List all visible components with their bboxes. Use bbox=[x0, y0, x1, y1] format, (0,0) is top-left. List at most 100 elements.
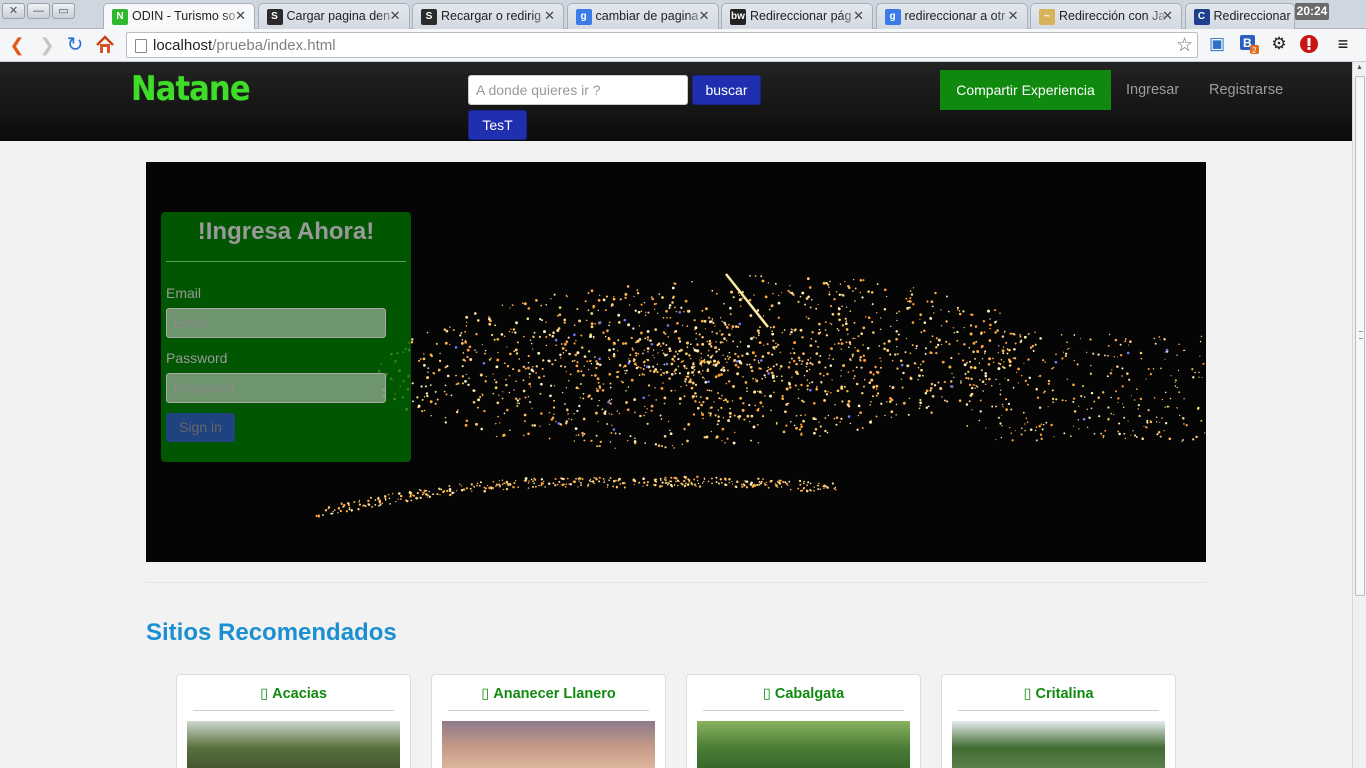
stop-icon[interactable] bbox=[1298, 33, 1320, 55]
email-field[interactable]: Email bbox=[166, 308, 386, 338]
bookmark-star-icon[interactable]: ☆ bbox=[1176, 34, 1193, 57]
tab-close-icon[interactable]: ✕ bbox=[544, 8, 555, 24]
password-field[interactable]: Password bbox=[166, 373, 386, 403]
browser-tab[interactable]: C Redireccionar u bbox=[1184, 3, 1295, 29]
page-viewport: Natane buscar TesT Compartir Experiencia… bbox=[0, 62, 1352, 768]
site-card-photo[interactable] bbox=[952, 721, 1165, 768]
window-controls: ✕ — ▭ bbox=[2, 3, 75, 19]
address-bar[interactable]: localhost/prueba/index.html ☆ bbox=[126, 32, 1198, 58]
brand-logo[interactable]: Natane bbox=[131, 69, 251, 109]
site-card-name: Ananecer Llanero bbox=[493, 686, 616, 702]
site-card[interactable]: ▯ Critalina bbox=[941, 674, 1176, 768]
page-scrollbar[interactable]: ▲ bbox=[1352, 62, 1366, 768]
tab-favicon-icon: S bbox=[421, 9, 437, 25]
email-label: Email bbox=[166, 285, 202, 301]
site-card-divider bbox=[448, 710, 649, 711]
map-marker-icon: ▯ bbox=[481, 686, 494, 702]
browser-tab[interactable]: g redireccionar a otr ✕ bbox=[875, 3, 1028, 29]
site-card-title[interactable]: ▯ Ananecer Llanero bbox=[432, 686, 665, 702]
tab-title: Cargar pagina den bbox=[286, 9, 391, 23]
login-divider bbox=[166, 261, 406, 262]
tab-close-icon[interactable]: ✕ bbox=[1008, 8, 1019, 24]
site-card-divider bbox=[193, 710, 394, 711]
svg-text:2: 2 bbox=[1252, 46, 1257, 55]
site-card[interactable]: ▯ Ananecer Llanero bbox=[431, 674, 666, 768]
tab-title: cambiar de pagina bbox=[595, 9, 699, 23]
tab-title: Redirección con Ja bbox=[1059, 9, 1166, 23]
url-text: localhost/prueba/index.html bbox=[153, 37, 336, 54]
forward-icon[interactable]: ❯ bbox=[36, 34, 58, 56]
search-input[interactable] bbox=[468, 75, 688, 105]
scroll-thumb[interactable] bbox=[1355, 76, 1365, 596]
tab-favicon-icon: C bbox=[1193, 9, 1210, 25]
site-card-photo[interactable] bbox=[442, 721, 655, 768]
sign-in-button[interactable]: Sign in bbox=[166, 413, 235, 442]
tab-favicon-icon: g bbox=[884, 9, 901, 25]
tab-title: ODIN - Turismo so bbox=[132, 9, 236, 23]
login-panel: !Ingresa Ahora! Email Email Password Pas… bbox=[161, 212, 411, 462]
tab-close-icon[interactable]: ✕ bbox=[390, 8, 401, 24]
tab-title: Redireccionar u bbox=[1213, 9, 1295, 23]
register-link[interactable]: Registrarse bbox=[1209, 82, 1283, 98]
site-card-title[interactable]: ▯ Cabalgata bbox=[687, 686, 920, 702]
site-card-name: Critalina bbox=[1035, 686, 1094, 702]
window-close-button[interactable]: ✕ bbox=[2, 3, 25, 19]
url-path: /prueba/index.html bbox=[212, 37, 336, 54]
test-button[interactable]: TesT bbox=[468, 110, 527, 140]
password-label: Password bbox=[166, 350, 228, 366]
window-maximize-button[interactable]: ▭ bbox=[52, 3, 75, 19]
tab-favicon-icon: S bbox=[266, 9, 283, 25]
login-title: !Ingresa Ahora! bbox=[197, 218, 375, 245]
site-card[interactable]: ▯ Cabalgata bbox=[686, 674, 921, 768]
browser-tab[interactable]: S Recargar o redirig ✕ bbox=[412, 3, 564, 29]
tab-title: redireccionar a otr bbox=[904, 9, 1006, 23]
extension-b-icon[interactable]: B2 bbox=[1238, 33, 1260, 55]
map-marker-icon: ▯ bbox=[260, 686, 273, 702]
map-marker-icon: ▯ bbox=[762, 686, 775, 702]
browser-tab[interactable]: g cambiar de pagina ✕ bbox=[566, 3, 719, 29]
browser-tab-strip: ✕ — ▭ N ODIN - Turismo so ✕ S Cargar pagina … bbox=[0, 0, 1366, 30]
tab-favicon-icon: g bbox=[575, 9, 592, 25]
scroll-grip bbox=[1359, 331, 1363, 339]
tab-title: Redireccionar pág bbox=[750, 9, 852, 23]
tab-favicon-icon: bw bbox=[730, 9, 746, 25]
site-card-photo[interactable] bbox=[697, 721, 910, 768]
browser-tab[interactable]: bw Redireccionar pág ✕ bbox=[721, 3, 873, 29]
tab-favicon-icon: ~ bbox=[1039, 9, 1055, 25]
login-link[interactable]: Ingresar bbox=[1126, 82, 1179, 98]
tab-close-icon[interactable]: ✕ bbox=[235, 8, 246, 24]
page-icon bbox=[135, 39, 147, 53]
window-minimize-button[interactable]: — bbox=[27, 3, 50, 19]
url-host: localhost bbox=[153, 37, 213, 54]
site-card-name: Cabalgata bbox=[774, 686, 845, 702]
section-title: Sitios Recomendados bbox=[146, 619, 397, 646]
browser-tab[interactable]: ~ Redirección con Ja ✕ bbox=[1030, 3, 1182, 29]
clock: 20:24 bbox=[1295, 3, 1329, 20]
tab-close-icon[interactable]: ✕ bbox=[853, 8, 864, 24]
site-card-title[interactable]: ▯ Critalina bbox=[942, 686, 1175, 702]
tab-close-icon[interactable]: ✕ bbox=[699, 8, 710, 24]
site-card-photo[interactable] bbox=[187, 721, 400, 768]
tab-title: Recargar o redirig bbox=[441, 9, 542, 23]
scroll-up-arrow-icon[interactable]: ▲ bbox=[1356, 64, 1363, 71]
cast-icon[interactable]: ▣ bbox=[1206, 33, 1228, 55]
browser-tab[interactable]: N ODIN - Turismo so ✕ bbox=[103, 3, 255, 30]
site-navbar: Natane buscar TesT Compartir Experiencia… bbox=[0, 62, 1352, 141]
site-card-title[interactable]: ▯ Acacias bbox=[177, 686, 410, 702]
menu-icon[interactable]: ≡ bbox=[1332, 33, 1354, 55]
map-marker-icon: ▯ bbox=[1023, 686, 1036, 702]
site-card-divider bbox=[703, 710, 904, 711]
tab-favicon-icon: N bbox=[112, 9, 128, 25]
share-experience-button[interactable]: Compartir Experiencia bbox=[940, 70, 1111, 110]
site-card[interactable]: ▯ Acacias bbox=[176, 674, 411, 768]
home-icon[interactable] bbox=[94, 34, 116, 56]
back-icon[interactable]: ❮ bbox=[6, 34, 28, 56]
settings-icon[interactable]: ⚙ bbox=[1268, 33, 1290, 55]
browser-tab[interactable]: S Cargar pagina den ✕ bbox=[257, 3, 410, 29]
reload-icon[interactable]: ↻ bbox=[64, 34, 86, 56]
site-card-name: Acacias bbox=[272, 686, 327, 702]
tab-close-icon[interactable]: ✕ bbox=[1162, 8, 1173, 24]
search-button[interactable]: buscar bbox=[692, 75, 761, 105]
site-card-divider bbox=[958, 710, 1159, 711]
section-divider bbox=[146, 582, 1206, 583]
